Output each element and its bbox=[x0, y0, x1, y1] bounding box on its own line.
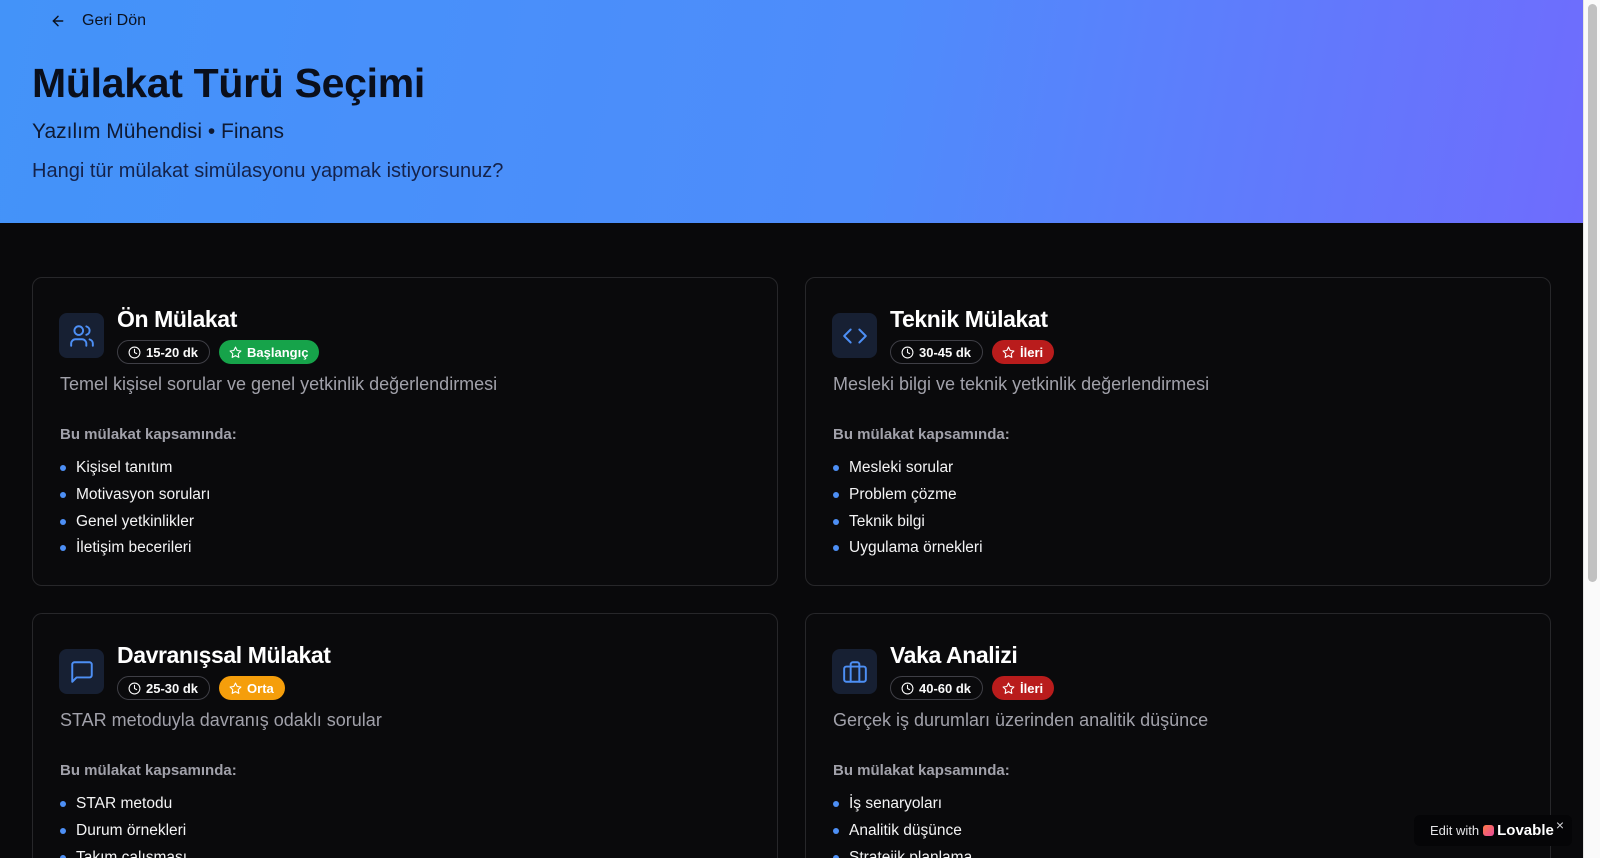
message-square-icon bbox=[70, 660, 93, 683]
level-text: İleri bbox=[1020, 680, 1044, 696]
card-badges: 40-60 dk İleri bbox=[890, 676, 1055, 700]
level-text: Orta bbox=[247, 680, 274, 696]
coverage-list: İş senaryoları Analitik düşünce Strateji… bbox=[833, 791, 972, 858]
clock-icon bbox=[128, 346, 141, 358]
duration-text: 15-20 dk bbox=[146, 344, 199, 360]
list-item: Analitik düşünce bbox=[833, 818, 972, 845]
level-badge: Orta bbox=[219, 676, 285, 700]
card-badges: 15-20 dk Başlangıç bbox=[117, 340, 320, 364]
card-description: Mesleki bilgi ve teknik yetkinlik değerl… bbox=[833, 374, 1210, 394]
duration-text: 25-30 dk bbox=[146, 680, 199, 696]
level-badge: İleri bbox=[992, 340, 1055, 364]
level-text: İleri bbox=[1020, 344, 1044, 360]
star-icon bbox=[229, 682, 242, 694]
scrollbar-thumb[interactable] bbox=[1588, 4, 1597, 582]
page-question: Hangi tür mülakat simülasyonu yapmak ist… bbox=[32, 160, 504, 182]
card-title: Teknik Mülakat bbox=[890, 306, 1048, 332]
card-description: STAR metoduyla davranış odaklı sorular bbox=[60, 710, 382, 730]
card-description: Temel kişisel sorular ve genel yetkinlik… bbox=[60, 374, 498, 394]
card-badges: 30-45 dk İleri bbox=[890, 340, 1055, 364]
clock-icon bbox=[901, 346, 914, 358]
list-item: Motivasyon soruları bbox=[60, 482, 210, 509]
duration-text: 40-60 dk bbox=[919, 680, 972, 696]
interview-card-davranissal-mulakat[interactable]: Davranışsal Mülakat 25-30 dk Orta STAR m… bbox=[32, 613, 778, 858]
page-subtitle: Yazılım Mühendisi • Finans bbox=[32, 120, 285, 143]
level-badge: İleri bbox=[992, 676, 1055, 700]
lovable-brand-text: Lovable bbox=[1497, 822, 1554, 839]
coverage-list: STAR metodu Durum örnekleri Takım çalışm… bbox=[60, 791, 187, 858]
coverage-list: Kişisel tanıtım Motivasyon soruları Gene… bbox=[60, 455, 210, 562]
code-icon bbox=[842, 328, 867, 343]
close-icon[interactable]: × bbox=[1556, 817, 1564, 833]
list-item: Genel yetkinlikler bbox=[60, 508, 210, 535]
card-icon-box bbox=[832, 649, 877, 694]
card-icon-box bbox=[59, 313, 104, 358]
duration-badge: 25-30 dk bbox=[117, 676, 211, 700]
edit-with-label: Edit with bbox=[1430, 823, 1480, 838]
card-icon-box bbox=[59, 649, 104, 694]
card-title: Vaka Analizi bbox=[890, 642, 1018, 668]
coverage-label: Bu mülakat kapsamında: bbox=[60, 762, 237, 779]
list-item: Takım çalışması bbox=[60, 844, 187, 858]
level-badge: Başlangıç bbox=[219, 340, 320, 364]
level-text: Başlangıç bbox=[247, 344, 309, 360]
list-item: Mesleki sorular bbox=[833, 455, 983, 482]
scrollbar[interactable] bbox=[1583, 0, 1600, 858]
duration-badge: 40-60 dk bbox=[890, 676, 984, 700]
list-item: İş senaryoları bbox=[833, 791, 972, 818]
list-item: Uygulama örnekleri bbox=[833, 535, 983, 562]
list-item: Durum örnekleri bbox=[60, 818, 187, 845]
page-title: Mülakat Türü Seçimi bbox=[32, 60, 426, 106]
card-title: Ön Mülakat bbox=[117, 306, 237, 332]
coverage-label: Bu mülakat kapsamında: bbox=[833, 426, 1010, 443]
edit-with-lovable-badge[interactable]: Edit with Lovable × bbox=[1414, 815, 1572, 846]
star-icon bbox=[1002, 682, 1015, 694]
coverage-list: Mesleki sorular Problem çözme Teknik bil… bbox=[833, 455, 983, 562]
users-icon bbox=[69, 324, 94, 347]
list-item: Teknik bilgi bbox=[833, 508, 983, 535]
card-title: Davranışsal Mülakat bbox=[117, 642, 331, 668]
duration-text: 30-45 dk bbox=[919, 344, 972, 360]
star-icon bbox=[229, 346, 242, 358]
lovable-brand: Lovable bbox=[1483, 822, 1554, 839]
clock-icon bbox=[901, 682, 914, 694]
list-item: Kişisel tanıtım bbox=[60, 455, 210, 482]
card-description: Gerçek iş durumları üzerinden analitik d… bbox=[833, 710, 1209, 730]
interview-card-teknik-mulakat[interactable]: Teknik Mülakat 30-45 dk İleri Mesleki bi… bbox=[805, 277, 1551, 586]
duration-badge: 30-45 dk bbox=[890, 340, 984, 364]
list-item: İletişim becerileri bbox=[60, 535, 210, 562]
lovable-logo-icon bbox=[1483, 825, 1495, 836]
coverage-label: Bu mülakat kapsamında: bbox=[60, 426, 237, 443]
card-badges: 25-30 dk Orta bbox=[117, 676, 285, 700]
arrow-left-icon bbox=[52, 15, 64, 27]
hero-header: Geri Dön Mülakat Türü Seçimi Yazılım Müh… bbox=[0, 0, 1583, 223]
clock-icon bbox=[128, 682, 141, 694]
duration-badge: 15-20 dk bbox=[117, 340, 211, 364]
list-item: STAR metodu bbox=[60, 791, 187, 818]
back-label: Geri Dön bbox=[82, 12, 147, 29]
list-item: Problem çözme bbox=[833, 482, 983, 509]
star-icon bbox=[1002, 346, 1015, 358]
card-icon-box bbox=[832, 313, 877, 358]
briefcase-icon bbox=[842, 660, 867, 683]
coverage-label: Bu mülakat kapsamında: bbox=[833, 762, 1010, 779]
interview-card-on-mulakat[interactable]: Ön Mülakat 15-20 dk Başlangıç Temel kişi… bbox=[32, 277, 778, 586]
list-item: Stratejik planlama bbox=[833, 844, 972, 858]
back-button[interactable]: Geri Dön bbox=[50, 12, 146, 30]
